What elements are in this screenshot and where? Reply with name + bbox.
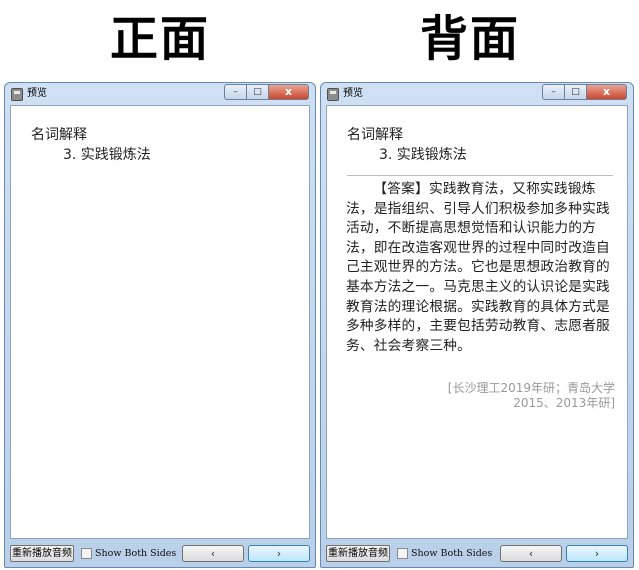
show-both-sides-checkbox[interactable]: [397, 548, 408, 559]
answer-text: 【答案】实践教育法，又称实践锻炼法，是指组织、引导人们积极参加多种实践活动，不断…: [346, 181, 610, 354]
front-heading: 正面: [109, 11, 210, 67]
question-item: 3. 实践锻炼法: [379, 147, 467, 163]
app-icon: [327, 88, 339, 101]
window-controls: – □ x: [224, 84, 309, 101]
front-preview-window: 预览 – □ x 名词解释 3. 实践锻炼法 重新播放音频 Show Both …: [4, 82, 316, 568]
titlebar[interactable]: 预览 – □ x: [321, 83, 633, 105]
window-title: 预览: [343, 88, 363, 99]
show-both-sides-label[interactable]: Show Both Sides: [411, 547, 492, 560]
show-both-sides-label[interactable]: Show Both Sides: [95, 547, 176, 560]
next-button[interactable]: ›: [248, 545, 310, 562]
titlebar[interactable]: 预览 – □ x: [5, 83, 315, 105]
card-preview-area: 名词解释 3. 实践锻炼法: [10, 105, 310, 539]
replay-audio-button[interactable]: 重新播放音频: [326, 545, 390, 562]
show-both-sides-checkbox[interactable]: [81, 548, 92, 559]
source-line-2: 2015、2013年研]: [513, 396, 615, 410]
close-icon[interactable]: x: [587, 84, 627, 100]
minimize-icon[interactable]: –: [542, 84, 565, 100]
previous-button[interactable]: ‹: [500, 545, 562, 562]
maximize-icon[interactable]: □: [247, 84, 269, 100]
bottom-bar: 重新播放音频 Show Both Sides ‹ ›: [326, 543, 628, 563]
next-button[interactable]: ›: [566, 545, 628, 562]
question-title: 名词解释: [31, 127, 87, 143]
window-title: 预览: [27, 88, 47, 99]
window-controls: – □ x: [542, 84, 627, 101]
previous-button[interactable]: ‹: [182, 545, 244, 562]
close-icon[interactable]: x: [269, 84, 309, 100]
maximize-icon[interactable]: □: [565, 84, 587, 100]
source-line-1: [长沙理工2019年研；青岛大学: [447, 381, 615, 395]
back-preview-window: 预览 – □ x 名词解释 3. 实践锻炼法 【答案】实践教育法，又称实践锻炼法…: [320, 82, 634, 568]
card-preview-area: 名词解释 3. 实践锻炼法 【答案】实践教育法，又称实践锻炼法，是指组织、引导人…: [326, 105, 628, 539]
app-icon: [11, 88, 23, 101]
bottom-bar: 重新播放音频 Show Both Sides ‹ ›: [10, 543, 310, 563]
question-title: 名词解释: [347, 127, 403, 143]
minimize-icon[interactable]: –: [224, 84, 247, 100]
answer-source: [长沙理工2019年研；青岛大学 2015、2013年研]: [415, 381, 615, 411]
answer-divider: [347, 175, 613, 176]
replay-audio-button[interactable]: 重新播放音频: [10, 545, 74, 562]
back-heading: 背面: [419, 11, 520, 67]
question-item: 3. 实践锻炼法: [63, 147, 151, 163]
